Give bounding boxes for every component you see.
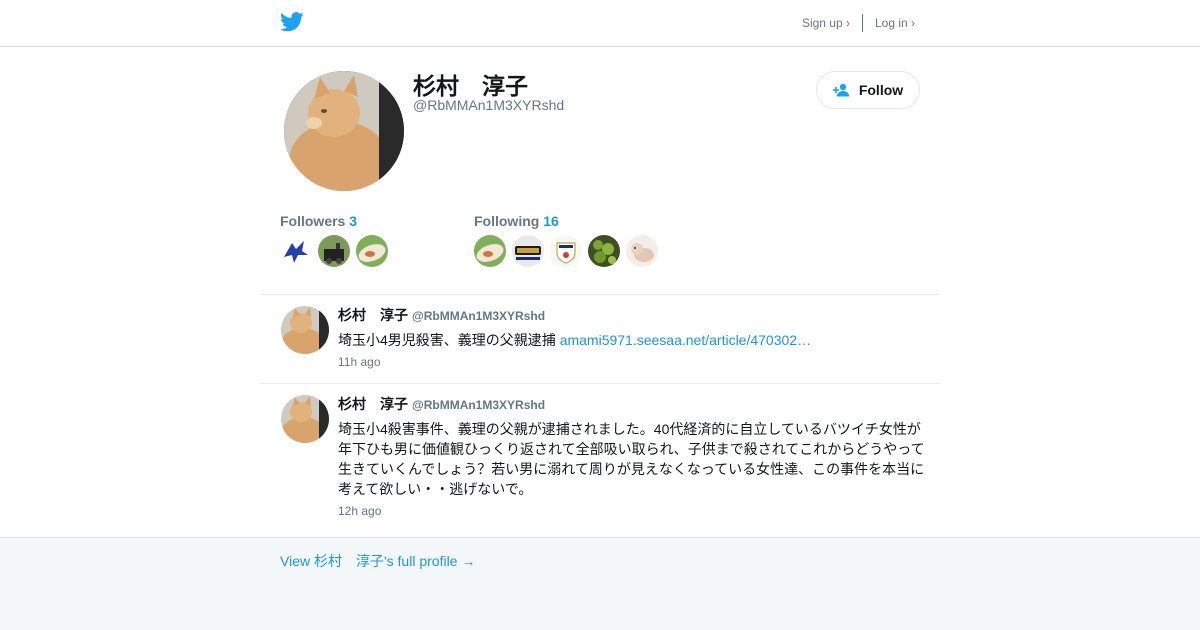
- following-avatars: [474, 235, 658, 267]
- followers-avatars: [280, 235, 388, 267]
- view-full-profile-link[interactable]: View 杉村 淳子's full profile →: [280, 551, 475, 571]
- following-count: 16: [543, 213, 559, 229]
- follow-button[interactable]: Follow: [816, 71, 920, 109]
- tweet-author-handle: @RbMMAn1M3XYRshd: [412, 398, 546, 412]
- login-link[interactable]: Log in ›: [875, 16, 915, 30]
- signup-link[interactable]: Sign up ›: [802, 16, 850, 30]
- tweet-list: 杉村 淳子 @RbMMAn1M3XYRshd 埼玉小4男児殺害、義理の父親逮捕 a…: [260, 294, 940, 532]
- following-avatar[interactable]: [588, 235, 620, 267]
- divider: [861, 14, 863, 32]
- following-avatar[interactable]: [550, 235, 582, 267]
- top-bar: Sign up › Log in ›: [0, 0, 1200, 47]
- follower-avatar[interactable]: [318, 235, 350, 267]
- followers-label: Followers: [280, 213, 346, 229]
- add-person-icon: [832, 83, 850, 97]
- profile-name: 杉村 淳子: [413, 73, 528, 99]
- tweet-avatar[interactable]: [281, 395, 329, 443]
- following-stat[interactable]: Following 16: [474, 213, 559, 229]
- tweet-text: 埼玉小4男児殺害、義理の父親逮捕: [338, 332, 560, 348]
- tweet-timestamp[interactable]: 11h ago: [338, 355, 926, 369]
- profile-handle: @RbMMAn1M3XYRshd: [413, 97, 565, 113]
- tweet[interactable]: 杉村 淳子 @RbMMAn1M3XYRshd 埼玉小4殺害事件、義理の父親が逮捕さ…: [260, 383, 940, 532]
- tweet-timestamp[interactable]: 12h ago: [338, 504, 926, 518]
- follow-label: Follow: [858, 82, 904, 98]
- tweet-author-name: 杉村 淳子: [338, 396, 408, 412]
- tweet-author-name: 杉村 淳子: [338, 307, 408, 323]
- tweet[interactable]: 杉村 淳子 @RbMMAn1M3XYRshd 埼玉小4男児殺害、義理の父親逮捕 a…: [260, 294, 940, 383]
- following-avatar[interactable]: [512, 235, 544, 267]
- tweet-link[interactable]: amami5971.seesaa.net/article/470302…: [560, 332, 811, 348]
- auth-links: Sign up › Log in ›: [802, 14, 915, 32]
- footer: View 杉村 淳子's full profile →: [0, 537, 1200, 630]
- profile-card: 杉村 淳子 @RbMMAn1M3XYRshd Follow Followers …: [0, 47, 1200, 537]
- tweet-avatar[interactable]: [281, 306, 329, 354]
- followers-count: 3: [349, 213, 358, 229]
- following-avatar[interactable]: [626, 235, 658, 267]
- twitter-bird-icon[interactable]: [280, 12, 304, 32]
- follower-avatar[interactable]: [356, 235, 388, 267]
- tweet-author-handle: @RbMMAn1M3XYRshd: [412, 309, 546, 323]
- tweet-text: 埼玉小4殺害事件、義理の父親が逮捕されました。40代経済的に自立しているバツイチ…: [338, 421, 925, 497]
- following-avatar[interactable]: [474, 235, 506, 267]
- follower-avatar[interactable]: [280, 235, 312, 267]
- followers-stat[interactable]: Followers 3: [280, 213, 357, 229]
- following-label: Following: [474, 213, 540, 229]
- profile-avatar[interactable]: [284, 71, 404, 191]
